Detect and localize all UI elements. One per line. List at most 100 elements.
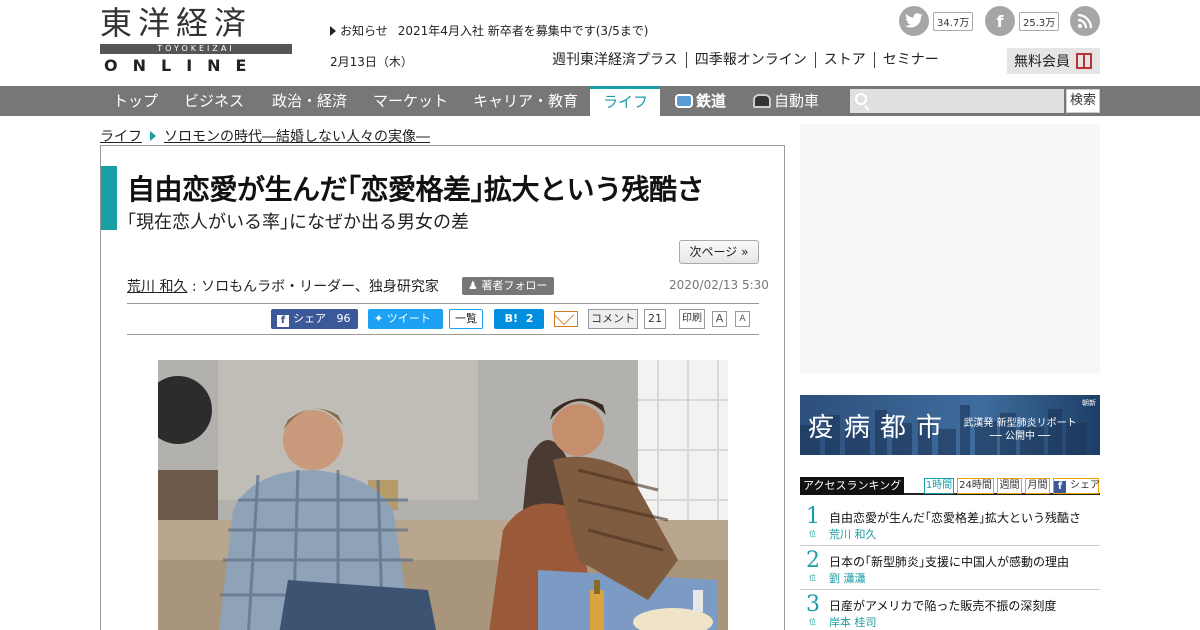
publish-date: 2020/02/13 5:30	[669, 278, 769, 292]
nav-item-railway[interactable]: 鉄道	[662, 86, 739, 116]
ranking-title: アクセスランキング	[800, 477, 904, 495]
notice[interactable]: お知らせ 2021年4月入社 新卒者を募集中です(3/5まで)	[330, 22, 648, 39]
breadcrumb-series[interactable]: ソロモンの時代―結婚しない人々の実像―	[164, 129, 430, 145]
tab-1hour[interactable]: 1時間	[924, 478, 954, 494]
logo-romaji: TOYOKEIZAI	[100, 44, 292, 54]
free-member-button[interactable]: 無料会員	[1007, 48, 1100, 74]
font-size-small-button[interactable]: A	[735, 311, 750, 327]
comment-count: 21	[644, 309, 666, 329]
author-name[interactable]: 荒川 和久	[127, 279, 187, 295]
breadcrumb-life[interactable]: ライフ	[100, 129, 142, 145]
rank-number: 1	[806, 504, 820, 529]
site-logo[interactable]: 東洋経済 TOYOKEIZAI ONLINE	[100, 4, 292, 75]
ranking-item[interactable]: 2 位 日本の｢新型肺炎｣支援に中国人が感動の理由 劉 瀟瀟	[800, 546, 1100, 590]
facebook-icon[interactable]: f	[985, 6, 1015, 36]
train-icon	[675, 94, 693, 108]
tweet-label: ツイート	[386, 312, 431, 325]
banner-line2: ── 公開中 ──	[989, 431, 1051, 442]
rss-icon[interactable]	[1070, 6, 1100, 36]
print-button[interactable]: 印刷	[679, 309, 705, 329]
nav-item-career[interactable]: キャリア・教育	[460, 86, 591, 116]
next-page-button[interactable]: 次ページ »	[679, 240, 759, 264]
notice-text[interactable]: 2021年4月入社 新卒者を募集中です(3/5まで)	[398, 24, 649, 38]
facebook-icon: f	[277, 315, 289, 327]
subnav-item-seminar[interactable]: セミナー	[873, 52, 947, 68]
banner-tag: 朝新	[1082, 399, 1096, 407]
subnav-item-store[interactable]: ストア	[814, 52, 874, 68]
author-role: : ソロもんラボ・リーダー、独身研究家	[191, 279, 439, 295]
ranking-item[interactable]: 1 位 自由恋愛が生んだ｢恋愛格差｣拡大という残酷さ 荒川 和久	[800, 502, 1100, 546]
tab-24hours[interactable]: 24時間	[957, 478, 994, 494]
tab-share-label: シェア	[1070, 480, 1100, 491]
nav-item-top[interactable]: トップ	[100, 86, 171, 116]
hatena-bookmark-button[interactable]: B! 2	[494, 309, 544, 329]
rank-suffix: 位	[809, 574, 816, 582]
search-icon	[855, 93, 867, 105]
comment-button[interactable]: コメント	[588, 309, 638, 329]
facebook-count: 25.3万	[1019, 11, 1060, 31]
ranking-author[interactable]: 岸本 桂司	[829, 614, 877, 630]
share-bar: f シェア 96 ✦ ツイート 一覧 B! 2 コメント 21 印刷 A A	[101, 309, 786, 331]
breadcrumb: ライフ ソロモンの時代―結婚しない人々の実像―	[100, 126, 430, 146]
facebook-follow[interactable]: f 25.3万	[985, 6, 1060, 36]
tab-share[interactable]: f シェア	[1053, 478, 1100, 494]
ranking-header: アクセスランキング 1時間 24時間 週間 月間 f シェア	[800, 477, 1100, 495]
nav-item-politics-economy[interactable]: 政治・経済	[259, 86, 360, 116]
nav-railway-label: 鉄道	[696, 92, 727, 110]
divider	[127, 334, 759, 335]
divider	[127, 303, 759, 304]
rss-follow[interactable]	[1070, 6, 1100, 36]
car-icon	[753, 94, 771, 108]
nav-item-business[interactable]: ビジネス	[171, 86, 257, 116]
ranking-title-link[interactable]: 自由恋愛が生んだ｢恋愛格差｣拡大という残酷さ	[829, 509, 1081, 526]
ranking-author[interactable]: 荒川 和久	[829, 526, 877, 542]
tweet-button[interactable]: ✦ ツイート	[368, 309, 443, 329]
notice-label: お知らせ	[340, 24, 388, 38]
ranking-item[interactable]: 3 位 日産がアメリカで陥った販売不振の深刻度 岸本 桂司	[800, 590, 1100, 630]
author-line: 荒川 和久 : ソロもんラボ・リーダー、独身研究家	[127, 276, 439, 296]
hatena-label: B!	[504, 312, 519, 325]
logo-kanji: 東洋経済	[100, 4, 253, 42]
article-title: 自由恋愛が生んだ｢恋愛格差｣拡大という残酷さ	[127, 173, 705, 206]
rank-number: 2	[806, 548, 820, 573]
tab-weekly[interactable]: 週間	[997, 478, 1022, 494]
person-icon: ♟	[468, 279, 478, 292]
search-input[interactable]	[850, 89, 1064, 113]
triangle-right-icon	[330, 26, 336, 36]
advertisement-slot[interactable]	[800, 124, 1100, 374]
banner-title: 疫病都市	[808, 413, 953, 443]
ranking-author[interactable]: 劉 瀟瀟	[829, 570, 866, 586]
nav-item-market[interactable]: マーケット	[360, 86, 461, 116]
ranking-title-link[interactable]: 日産がアメリカで陥った販売不振の深刻度	[829, 597, 1056, 614]
title-accent-bar	[101, 166, 117, 230]
facebook-share-button[interactable]: f シェア 96	[271, 309, 358, 329]
rank-suffix: 位	[809, 530, 816, 538]
access-ranking: アクセスランキング 1時間 24時間 週間 月間 f シェア 1 位 自由恋愛が生…	[800, 477, 1100, 630]
rank-number: 3	[806, 592, 820, 617]
hatena-count: 2	[525, 312, 534, 325]
ranking-title-link[interactable]: 日本の｢新型肺炎｣支援に中国人が感動の理由	[829, 553, 1069, 570]
feature-banner[interactable]: 疫病都市 武漢発 新型肺炎リポート ── 公開中 ── 朝新	[800, 395, 1100, 455]
nav-item-car[interactable]: 自動車	[740, 86, 832, 116]
gift-icon	[1076, 53, 1092, 69]
font-size-large-button[interactable]: A	[712, 311, 727, 327]
mail-icon[interactable]	[554, 311, 578, 327]
rank-suffix: 位	[809, 618, 816, 626]
twitter-icon[interactable]	[899, 6, 929, 36]
tweet-list-button[interactable]: 一覧	[449, 309, 483, 329]
article-photo	[158, 360, 728, 630]
author-follow-button[interactable]: ♟ 著者フォロー	[462, 277, 554, 295]
nav-car-label: 自動車	[774, 92, 820, 110]
subnav-item-weekly-plus[interactable]: 週刊東洋経済プラス	[550, 52, 686, 68]
tab-monthly[interactable]: 月間	[1025, 478, 1050, 494]
facebook-icon: f	[1054, 481, 1066, 493]
twitter-follow[interactable]: 34.7万	[899, 6, 974, 36]
article-card: 自由恋愛が生んだ｢恋愛格差｣拡大という残酷さ ｢現在恋人がいる率｣になぜか出る男…	[100, 145, 785, 630]
search-button[interactable]: 検索	[1066, 89, 1100, 113]
nav-item-life[interactable]: ライフ	[590, 86, 660, 116]
follow-label: 著者フォロー	[481, 279, 548, 292]
fb-share-label: シェア	[293, 312, 326, 325]
twitter-icon: ✦	[374, 312, 384, 325]
subnav-item-shikiho[interactable]: 四季報オンライン	[685, 52, 815, 68]
sub-navigation: 週刊東洋経済プラス 四季報オンライン ストア セミナー	[550, 52, 947, 68]
